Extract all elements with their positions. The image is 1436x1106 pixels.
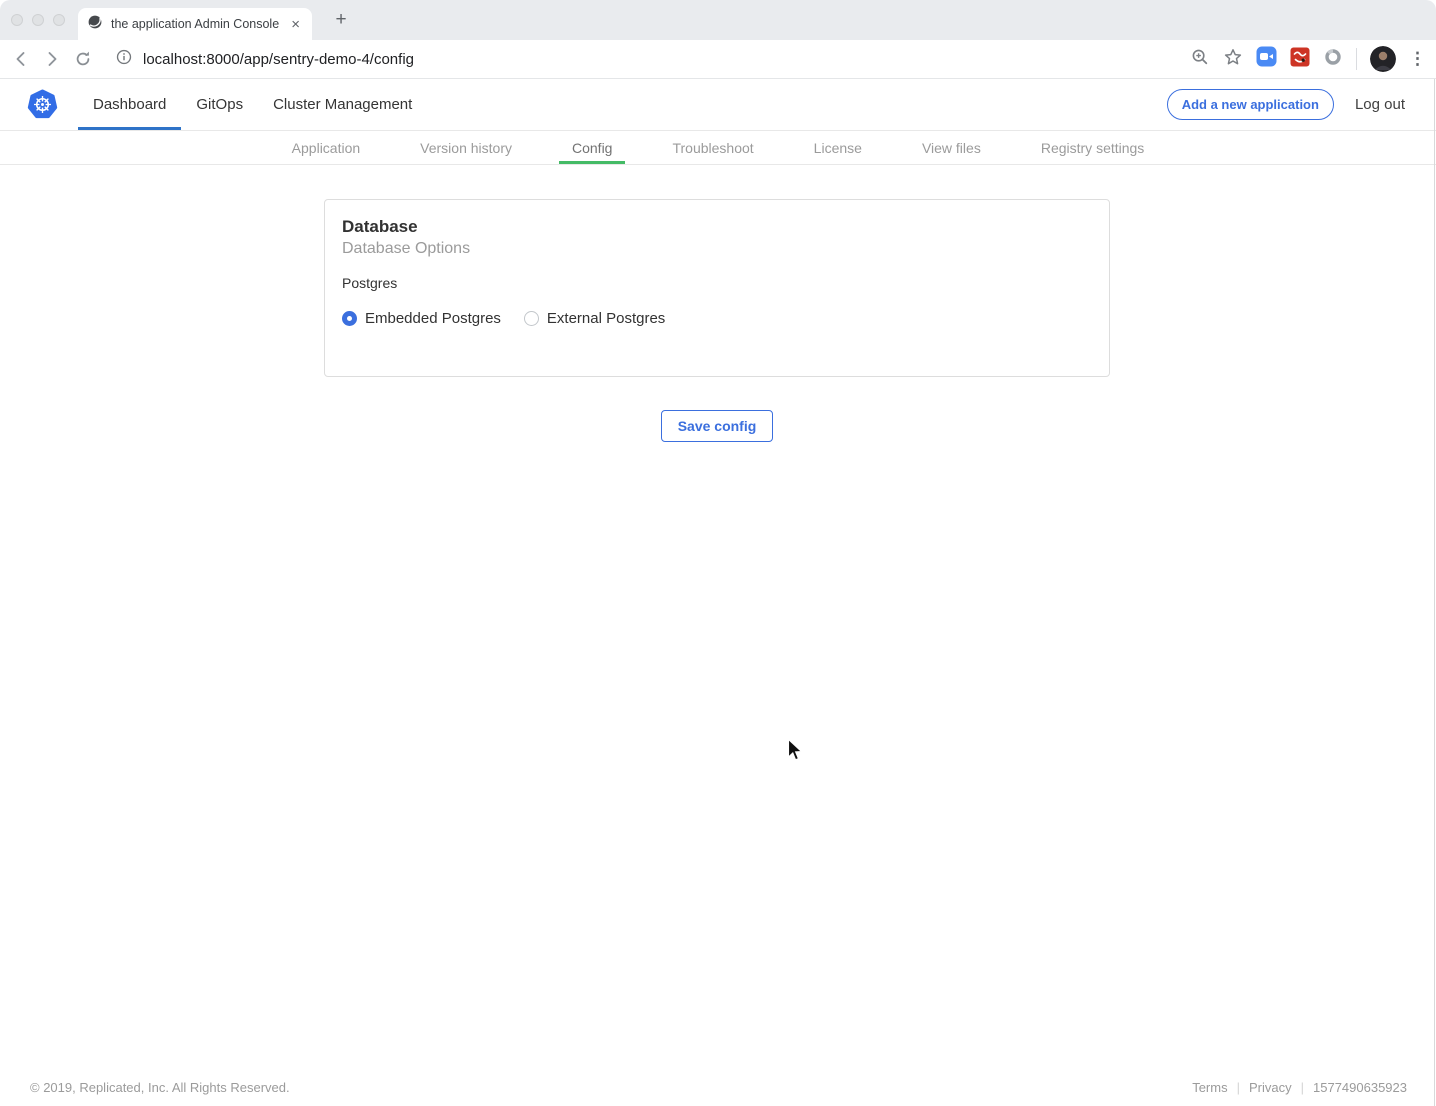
toolbar-right-icons: ⋮ [1177, 46, 1426, 72]
footer-separator: | [1237, 1080, 1240, 1095]
address-bar[interactable]: localhost:8000/app/sentry-demo-4/config [115, 48, 1177, 71]
copyright-text: © 2019, Replicated, Inc. All Rights Rese… [30, 1080, 290, 1095]
window-controls [11, 14, 65, 26]
page-footer: © 2019, Replicated, Inc. All Rights Rese… [30, 1080, 1407, 1095]
save-config-button[interactable]: Save config [661, 410, 774, 442]
red-extension-icon[interactable] [1290, 47, 1310, 72]
toolbar-divider [1356, 48, 1357, 70]
radio-label: External Postgres [547, 310, 665, 327]
minimize-window-button[interactable] [32, 14, 44, 26]
card-subtitle: Database Options [342, 240, 1092, 258]
tab-troubleshoot[interactable]: Troubleshoot [659, 131, 766, 164]
radio-option-embedded-postgres[interactable]: Embedded Postgres [342, 310, 501, 327]
radio-label: Embedded Postgres [365, 310, 501, 327]
postgres-group-label: Postgres [342, 275, 1092, 291]
nav-item-cluster-management[interactable]: Cluster Management [258, 79, 427, 130]
back-icon[interactable] [11, 49, 31, 69]
main-nav: Dashboard GitOps Cluster Management [78, 79, 427, 130]
postgres-radio-group: Embedded Postgres External Postgres [342, 310, 1092, 327]
header-right: Add a new application Log out [1167, 79, 1405, 130]
scrollbar-track[interactable] [1434, 79, 1435, 1106]
bookmark-star-icon[interactable] [1223, 47, 1243, 72]
tab-registry-settings[interactable]: Registry settings [1028, 131, 1157, 164]
globe-favicon-icon [87, 14, 103, 35]
radio-button-icon [342, 311, 357, 326]
nav-item-gitops[interactable]: GitOps [181, 79, 258, 130]
logout-link[interactable]: Log out [1355, 96, 1405, 113]
save-row: Save config [324, 410, 1110, 442]
tab-license[interactable]: License [801, 131, 875, 164]
close-window-button[interactable] [11, 14, 23, 26]
nav-item-dashboard[interactable]: Dashboard [78, 79, 181, 130]
kebab-menu-icon[interactable]: ⋮ [1409, 49, 1426, 69]
reload-icon[interactable] [73, 49, 93, 69]
video-camera-extension-icon[interactable] [1256, 46, 1277, 72]
tab-config[interactable]: Config [559, 131, 625, 164]
app-header: Dashboard GitOps Cluster Management Add … [0, 79, 1436, 131]
tab-view-files[interactable]: View files [909, 131, 994, 164]
kubernetes-logo-icon[interactable] [27, 89, 58, 120]
tab-title: the application Admin Console [111, 17, 288, 31]
forward-icon[interactable] [42, 49, 62, 69]
privacy-link[interactable]: Privacy [1249, 1080, 1292, 1095]
radio-option-external-postgres[interactable]: External Postgres [524, 310, 665, 327]
build-id: 1577490635923 [1313, 1080, 1407, 1095]
tab-version-history[interactable]: Version history [407, 131, 525, 164]
browser-toolbar: localhost:8000/app/sentry-demo-4/config [0, 40, 1436, 79]
add-new-application-button[interactable]: Add a new application [1167, 89, 1334, 120]
profile-avatar[interactable] [1370, 46, 1396, 72]
app-subnav: Application Version history Config Troub… [0, 131, 1436, 165]
terms-link[interactable]: Terms [1192, 1080, 1227, 1095]
database-config-card: Database Database Options Postgres Embed… [324, 199, 1110, 377]
browser-tab[interactable]: the application Admin Console × [78, 8, 312, 40]
info-icon[interactable] [115, 48, 133, 71]
mouse-cursor-icon [787, 738, 805, 768]
tab-application[interactable]: Application [279, 131, 374, 164]
browser-tab-strip: the application Admin Console × + [0, 0, 1436, 40]
footer-separator: | [1301, 1080, 1304, 1095]
radio-button-icon [524, 311, 539, 326]
footer-links: Terms | Privacy | 1577490635923 [1192, 1080, 1407, 1095]
ring-extension-icon[interactable] [1323, 47, 1343, 72]
tab-close-icon[interactable]: × [288, 17, 303, 32]
zoom-window-button[interactable] [53, 14, 65, 26]
zoom-in-icon[interactable] [1190, 47, 1210, 72]
url-text[interactable]: localhost:8000/app/sentry-demo-4/config [143, 51, 414, 68]
card-title: Database [342, 217, 1092, 237]
new-tab-icon[interactable]: + [328, 7, 354, 33]
